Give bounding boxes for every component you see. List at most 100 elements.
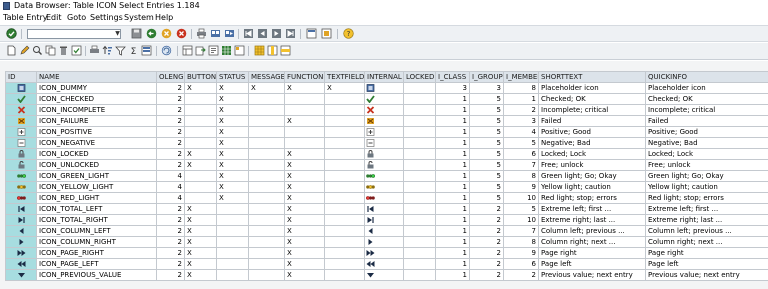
table-row[interactable]: ICON_GREEN_LIGHT 4 X X 1 5 8 Green light; Go; O… <box>5 170 768 182</box>
cell-status[interactable]: X <box>216 104 249 116</box>
cell-oleng[interactable]: 2 <box>156 82 185 94</box>
col-header-message[interactable]: MESSAGE <box>248 71 285 83</box>
col-header-shorttext[interactable]: SHORTTEXT <box>538 71 646 83</box>
cell-i-member[interactable]: 7 <box>503 159 539 171</box>
cell-quickinfo[interactable]: Locked; Lock <box>645 148 768 160</box>
refresh-icon[interactable] <box>161 45 172 56</box>
table-row[interactable]: ICON_PAGE_RIGHT 2 X X 1 2 9 Page right Page righ… <box>5 247 768 259</box>
cell-internal[interactable] <box>364 159 404 171</box>
cell-button[interactable] <box>184 126 217 138</box>
cell-locked[interactable] <box>403 170 436 182</box>
cell-i-class[interactable]: 1 <box>435 181 470 193</box>
cell-function[interactable] <box>284 93 325 105</box>
cell-id[interactable] <box>5 236 37 248</box>
cell-status[interactable] <box>216 236 249 248</box>
cell-locked[interactable] <box>403 159 436 171</box>
cell-function[interactable]: X <box>284 181 325 193</box>
col-header-internal[interactable]: INTERNAL <box>364 71 404 83</box>
cell-oleng[interactable]: 2 <box>156 258 185 270</box>
cell-shorttext[interactable]: Placeholder icon <box>538 82 646 94</box>
cell-name[interactable]: ICON_PAGE_LEFT <box>36 258 157 270</box>
sort-ascending-icon[interactable] <box>102 45 113 56</box>
cell-name[interactable]: ICON_PAGE_RIGHT <box>36 247 157 259</box>
copy-icon[interactable] <box>45 45 56 56</box>
cell-textfield[interactable] <box>324 170 365 182</box>
cell-function[interactable] <box>284 104 325 116</box>
cell-i-group[interactable]: 5 <box>469 192 504 204</box>
table-row[interactable]: ICON_DUMMY 2 X X X X X 3 3 8 Placeholder icon Place… <box>5 82 768 94</box>
cell-button[interactable] <box>184 181 217 193</box>
cell-i-class[interactable]: 1 <box>435 170 470 182</box>
cell-textfield[interactable] <box>324 192 365 204</box>
cell-shorttext[interactable]: Previous value; next entry <box>538 269 646 281</box>
cell-i-class[interactable]: 1 <box>435 148 470 160</box>
cell-i-member[interactable]: 2 <box>503 269 539 281</box>
cell-button[interactable]: X <box>184 203 217 215</box>
cell-id[interactable] <box>5 148 37 160</box>
cell-i-class[interactable]: 3 <box>435 82 470 94</box>
cell-internal[interactable] <box>364 181 404 193</box>
cell-id[interactable] <box>5 82 37 94</box>
cell-i-member[interactable]: 6 <box>503 148 539 160</box>
cell-quickinfo[interactable]: Extreme left; first ... <box>645 203 768 215</box>
cell-status[interactable]: X <box>216 137 249 149</box>
cell-textfield[interactable] <box>324 258 365 270</box>
edit-icon[interactable] <box>19 45 30 56</box>
col-header-textfield[interactable]: TEXTFIELD <box>324 71 365 83</box>
cell-message[interactable] <box>248 269 285 281</box>
cell-locked[interactable] <box>403 115 436 127</box>
cell-oleng[interactable]: 2 <box>156 214 185 226</box>
cell-status[interactable] <box>216 269 249 281</box>
cell-i-class[interactable]: 1 <box>435 269 470 281</box>
cell-locked[interactable] <box>403 214 436 226</box>
cell-shorttext[interactable]: Free; unlock <box>538 159 646 171</box>
cell-id[interactable] <box>5 225 37 237</box>
cell-textfield[interactable] <box>324 93 365 105</box>
table-row[interactable]: ICON_PREVIOUS_VALUE 2 X X 1 2 2 Previous value;… <box>5 269 768 281</box>
cell-locked[interactable] <box>403 104 436 116</box>
next-page-icon[interactable] <box>271 28 282 39</box>
cell-textfield[interactable] <box>324 115 365 127</box>
table-row[interactable]: ICON_TOTAL_LEFT 2 X X 1 2 5 Extreme left; first… <box>5 203 768 215</box>
cell-i-group[interactable]: 2 <box>469 236 504 248</box>
cell-shorttext[interactable]: Column left; previous ... <box>538 225 646 237</box>
cell-id[interactable] <box>5 93 37 105</box>
cell-quickinfo[interactable]: Failed <box>645 115 768 127</box>
cell-internal[interactable] <box>364 137 404 149</box>
cell-name[interactable]: ICON_YELLOW_LIGHT <box>36 181 157 193</box>
cell-i-class[interactable]: 1 <box>435 236 470 248</box>
cell-i-member[interactable]: 8 <box>503 82 539 94</box>
new-entry-icon[interactable] <box>6 45 17 56</box>
cell-internal[interactable] <box>364 225 404 237</box>
cell-function[interactable]: X <box>284 82 325 94</box>
cell-status[interactable]: X <box>216 181 249 193</box>
cell-button[interactable]: X <box>184 148 217 160</box>
cell-name[interactable]: ICON_TOTAL_LEFT <box>36 203 157 215</box>
cell-quickinfo[interactable]: Extreme right; last ... <box>645 214 768 226</box>
cell-locked[interactable] <box>403 203 436 215</box>
table-row[interactable]: ICON_PAGE_LEFT 2 X X 1 2 6 Page left Page left <box>5 258 768 270</box>
cell-i-group[interactable]: 5 <box>469 170 504 182</box>
back-icon[interactable] <box>146 28 157 39</box>
cell-i-group[interactable]: 5 <box>469 159 504 171</box>
cell-shorttext[interactable]: Negative; Bad <box>538 137 646 149</box>
table-row[interactable]: ICON_COLUMN_LEFT 2 X X 1 2 7 Column left; previ… <box>5 225 768 237</box>
cell-id[interactable] <box>5 115 37 127</box>
cell-internal[interactable] <box>364 170 404 182</box>
cell-i-group[interactable]: 5 <box>469 181 504 193</box>
cell-i-class[interactable]: 1 <box>435 159 470 171</box>
menu-settings[interactable]: Settings <box>90 13 123 23</box>
previous-page-icon[interactable] <box>257 28 268 39</box>
print-icon[interactable] <box>196 28 207 39</box>
cell-button[interactable]: X <box>184 82 217 94</box>
cell-oleng[interactable]: 2 <box>156 236 185 248</box>
cell-quickinfo[interactable]: Column right; next ... <box>645 236 768 248</box>
cell-i-group[interactable]: 5 <box>469 137 504 149</box>
table-row[interactable]: ICON_LOCKED 2 X X X 1 5 6 Locked; Lock Locked; Lo… <box>5 148 768 160</box>
cell-name[interactable]: ICON_DUMMY <box>36 82 157 94</box>
cell-locked[interactable] <box>403 137 436 149</box>
cell-i-member[interactable]: 1 <box>503 93 539 105</box>
cell-textfield[interactable] <box>324 159 365 171</box>
cell-quickinfo[interactable]: Page left <box>645 258 768 270</box>
cell-name[interactable]: ICON_PREVIOUS_VALUE <box>36 269 157 281</box>
